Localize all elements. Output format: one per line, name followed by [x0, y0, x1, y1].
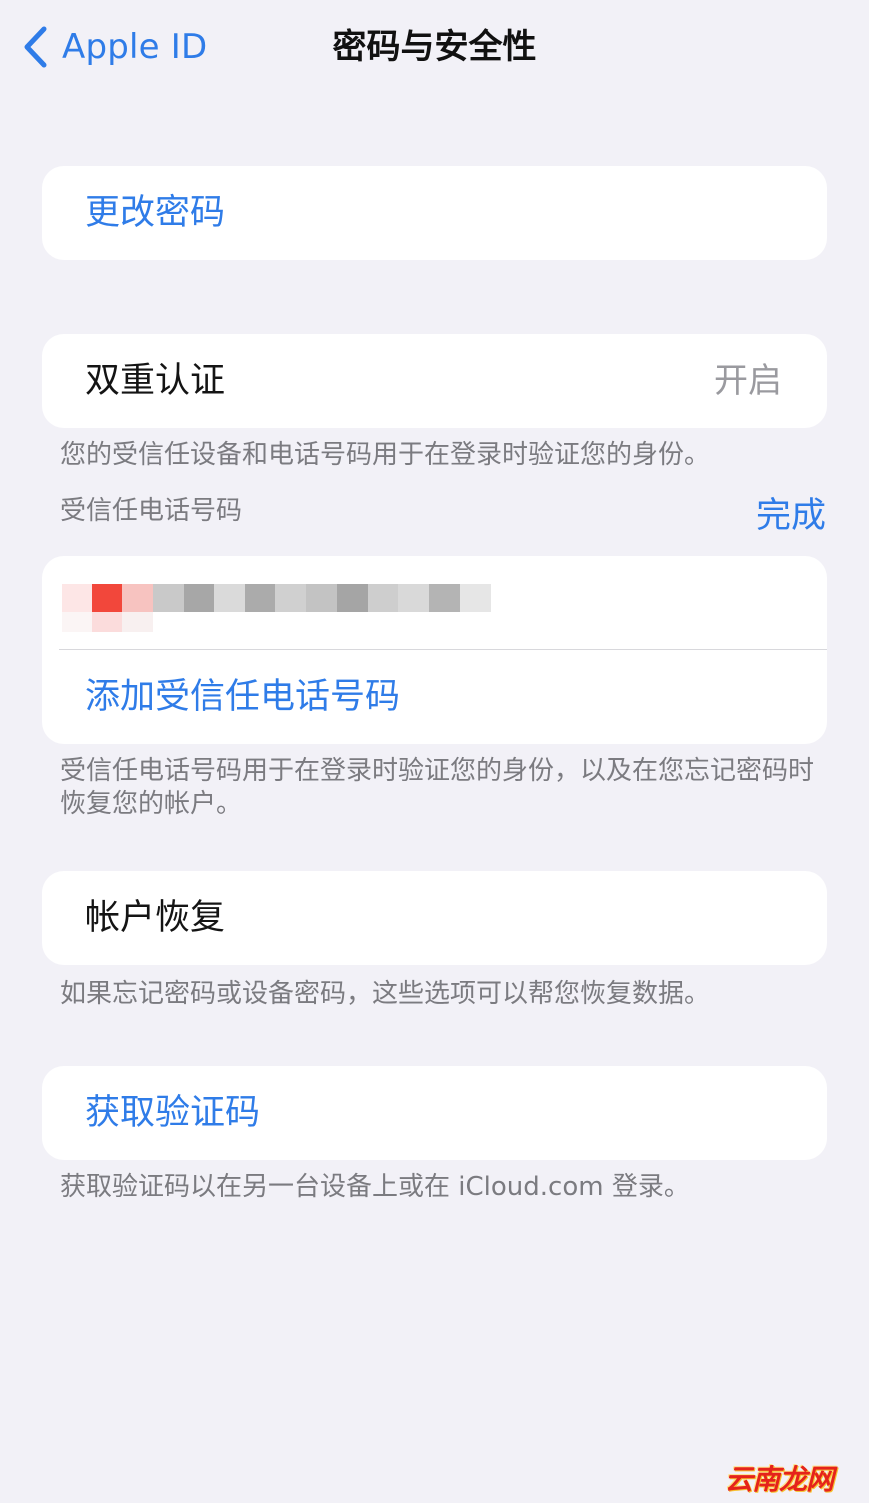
change-password-row[interactable]: 更改密码 — [42, 166, 827, 260]
watermark-logo: 云南龙网 — [724, 1463, 834, 1496]
two-factor-label: 双重认证 — [85, 361, 226, 401]
account-recovery-footnote: 如果忘记密码或设备密码，这些选项可以帮您恢复数据。 — [60, 979, 711, 1009]
trusted-phone-footnote: 受信任电话号码用于在登录时验证您的身份，以及在您忘记密码时恢复您的帐户。 — [60, 756, 815, 819]
done-button[interactable]: 完成 — [756, 494, 826, 538]
page-title: 密码与安全性 — [332, 27, 537, 67]
masked-phone-number — [60, 582, 500, 638]
change-password-label: 更改密码 — [85, 193, 226, 233]
add-trusted-phone-label: 添加受信任电话号码 — [85, 677, 401, 717]
two-factor-status: 开启 — [714, 361, 782, 401]
account-recovery-label: 帐户恢复 — [85, 898, 226, 938]
verification-code-footnote: 获取验证码以在另一台设备上或在 iCloud.com 登录。 — [60, 1172, 690, 1202]
account-recovery-row[interactable]: 帐户恢复 — [42, 871, 827, 965]
trusted-phone-card: 添加受信任电话号码 — [42, 556, 827, 744]
get-verification-code-row[interactable]: 获取验证码 — [42, 1066, 827, 1160]
trusted-phone-number-row[interactable] — [42, 556, 827, 650]
get-verification-code-label: 获取验证码 — [85, 1093, 261, 1133]
two-factor-footnote: 您的受信任设备和电话号码用于在登录时验证您的身份。 — [60, 440, 711, 470]
add-trusted-phone-row[interactable]: 添加受信任电话号码 — [42, 650, 827, 744]
trusted-phone-section-label: 受信任电话号码 — [60, 496, 243, 526]
two-factor-row[interactable]: 双重认证 开启 — [42, 334, 827, 428]
